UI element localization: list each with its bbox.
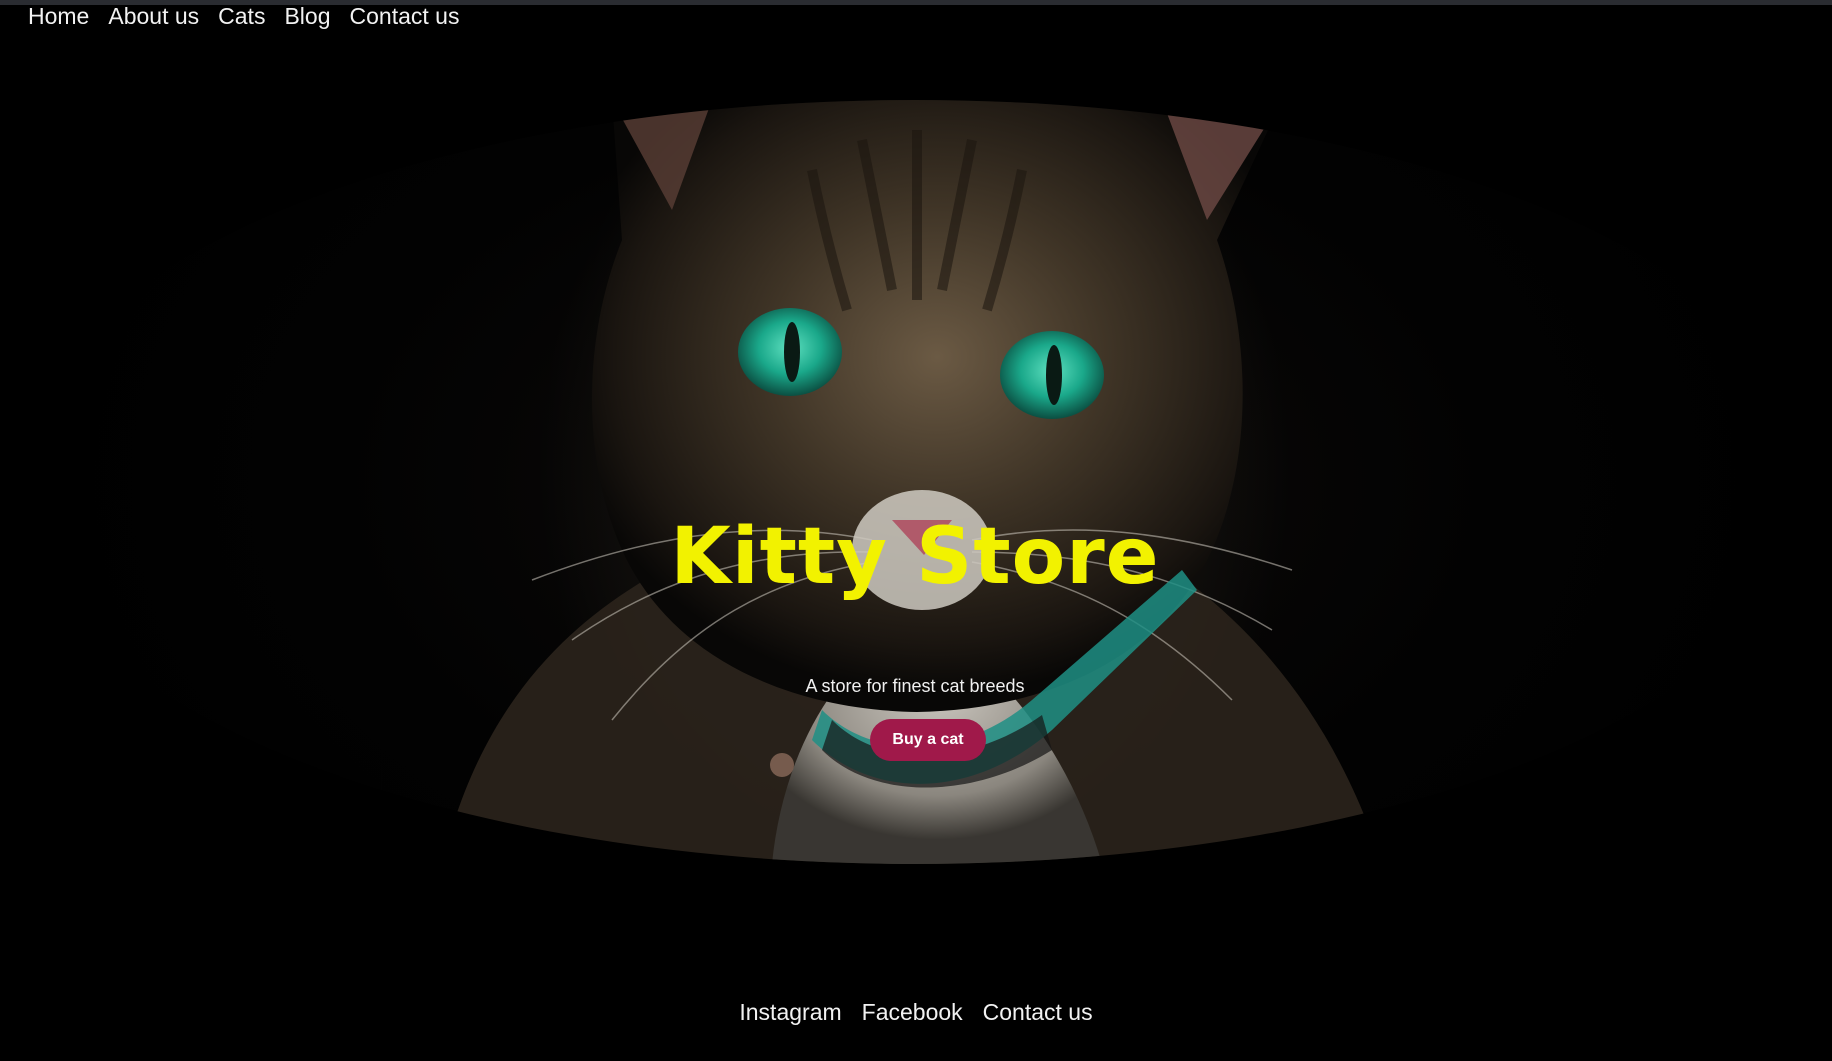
nav-about-link[interactable]: About us xyxy=(108,3,199,29)
hero-subtitle: A store for finest cat breeds xyxy=(805,676,1025,696)
nav-cats-link[interactable]: Cats xyxy=(218,3,265,29)
nav-contact-link[interactable]: Contact us xyxy=(350,3,460,29)
hero-title: Kitty Store xyxy=(670,512,1160,603)
nav-blog-link[interactable]: Blog xyxy=(284,3,330,29)
hero-banner: Kitty Store A store for finest cat breed… xyxy=(12,100,1818,864)
footer-contact-link[interactable]: Contact us xyxy=(983,999,1093,1026)
footer-facebook-link[interactable]: Facebook xyxy=(862,999,963,1026)
nav-home-link[interactable]: Home xyxy=(28,3,89,29)
main-nav: Home About us Cats Blog Contact us xyxy=(28,3,459,29)
footer-links: Instagram Facebook Contact us xyxy=(0,999,1832,1026)
footer-instagram-link[interactable]: Instagram xyxy=(739,999,841,1026)
buy-a-cat-button[interactable]: Buy a cat xyxy=(870,719,986,761)
